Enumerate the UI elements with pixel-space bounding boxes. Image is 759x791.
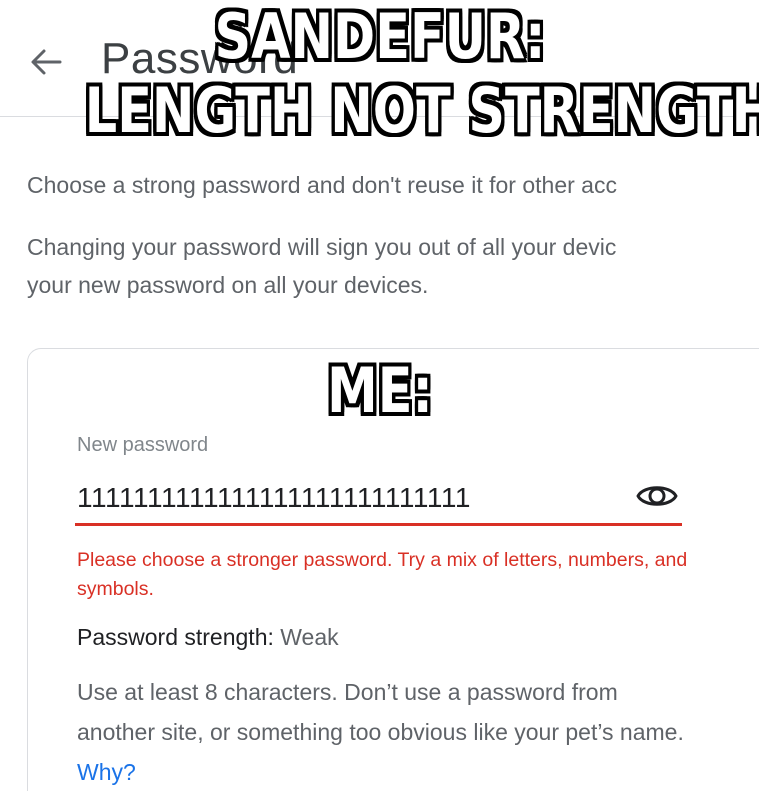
password-strength: Password strength: Weak [77,624,339,651]
description-line-2b: your new password on all your devices. [27,272,429,298]
password-help-text: Use at least 8 characters. Don’t use a p… [77,672,697,791]
why-link[interactable]: Why? [77,759,136,785]
meme-caption-top-2: LENGTH NOT STRENGTH [84,74,759,147]
password-change-page: Password Choose a strong password and do… [0,0,759,791]
back-button[interactable] [24,40,68,84]
strength-label: Password strength: [77,624,274,650]
new-password-label: New password [77,434,209,456]
password-error-message: Please choose a stronger password. Try a… [77,549,688,600]
meme-caption-me: ME: [327,354,433,427]
strength-value: Weak [280,624,339,650]
description-line-2a: Changing your password will sign you out… [27,234,617,260]
description-line-2: Changing your password will sign you out… [27,228,616,304]
help-text-body: Use at least 8 characters. Don’t use a p… [77,679,684,745]
show-password-toggle[interactable] [634,476,680,516]
meme-caption-top-1: SANDEFUR: [214,0,546,73]
input-underline-error [75,523,682,526]
new-password-input[interactable] [77,478,617,518]
eye-icon [636,486,678,506]
arrow-left-icon [31,49,62,75]
description-line-1: Choose a strong password and don't reuse… [27,172,617,198]
